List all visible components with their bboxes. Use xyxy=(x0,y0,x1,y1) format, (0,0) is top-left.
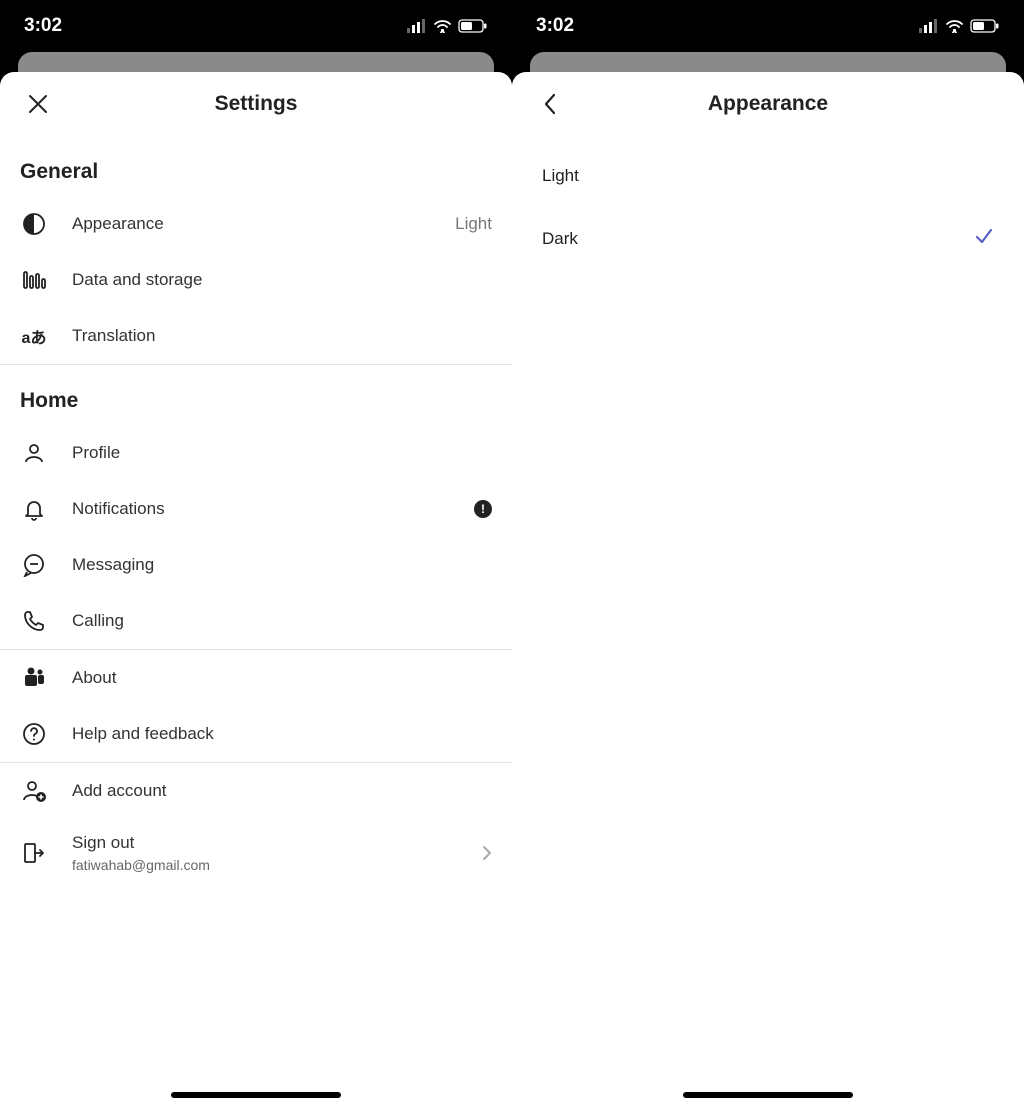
row-label: Calling xyxy=(72,611,492,631)
row-label: About xyxy=(72,668,492,688)
sign-out-icon xyxy=(22,841,46,865)
section-header-general: General xyxy=(0,136,512,196)
profile-icon xyxy=(22,441,46,465)
option-light[interactable]: Light xyxy=(512,146,1024,206)
wifi-icon xyxy=(945,19,964,33)
appearance-sheet: Appearance Light Dark xyxy=(512,72,1024,1108)
status-time: 3:02 xyxy=(24,15,62,37)
nav-bar: Settings xyxy=(0,72,512,136)
row-label: Messaging xyxy=(72,555,492,575)
status-indicators xyxy=(407,19,488,33)
background-peek xyxy=(0,52,512,72)
translation-icon: aあ xyxy=(22,324,47,348)
phone-icon xyxy=(22,609,46,633)
page-title: Appearance xyxy=(512,92,1024,116)
data-storage-icon xyxy=(22,268,46,292)
cellular-icon xyxy=(407,19,427,33)
page-title: Settings xyxy=(0,92,512,116)
teams-icon xyxy=(21,665,47,691)
battery-icon xyxy=(458,19,488,33)
status-indicators xyxy=(919,19,1000,33)
row-label: Notifications xyxy=(72,499,474,519)
checkmark-icon xyxy=(974,226,994,252)
chevron-left-icon xyxy=(543,92,557,116)
row-label: Add account xyxy=(72,781,492,801)
settings-sheet: Settings General Appearance Light Data a… xyxy=(0,72,512,1108)
row-sign-out[interactable]: Sign out fatiwahab@gmail.com xyxy=(0,819,512,887)
appearance-icon xyxy=(22,212,46,236)
status-bar: 3:02 xyxy=(512,0,1024,52)
cellular-icon xyxy=(919,19,939,33)
phone-appearance: 3:02 Appearance Light Dark xyxy=(512,0,1024,1108)
close-icon xyxy=(26,92,50,116)
chat-icon xyxy=(22,553,46,577)
option-label: Light xyxy=(542,166,579,186)
add-account-icon xyxy=(21,778,47,804)
row-profile[interactable]: Profile xyxy=(0,425,512,481)
wifi-icon xyxy=(433,19,452,33)
battery-icon xyxy=(970,19,1000,33)
row-sublabel: fatiwahab@gmail.com xyxy=(72,857,482,873)
row-help[interactable]: Help and feedback xyxy=(0,706,512,762)
close-button[interactable] xyxy=(20,86,56,122)
alert-badge: ! xyxy=(474,500,492,518)
row-label: Data and storage xyxy=(72,270,492,290)
home-indicator[interactable] xyxy=(171,1092,341,1098)
status-time: 3:02 xyxy=(536,15,574,37)
row-messaging[interactable]: Messaging xyxy=(0,537,512,593)
row-label: Translation xyxy=(72,326,492,346)
row-label: Profile xyxy=(72,443,492,463)
phone-settings: 3:02 Settings General Appearance Light D… xyxy=(0,0,512,1108)
background-peek xyxy=(512,52,1024,72)
back-button[interactable] xyxy=(532,86,568,122)
option-label: Dark xyxy=(542,229,578,249)
row-value: Light xyxy=(455,214,492,234)
row-notifications[interactable]: Notifications ! xyxy=(0,481,512,537)
nav-bar: Appearance xyxy=(512,72,1024,136)
option-dark[interactable]: Dark xyxy=(512,206,1024,272)
bell-icon xyxy=(22,497,46,521)
row-about[interactable]: About xyxy=(0,650,512,706)
row-add-account[interactable]: Add account xyxy=(0,763,512,819)
chevron-right-icon xyxy=(482,845,492,861)
status-bar: 3:02 xyxy=(0,0,512,52)
help-icon xyxy=(22,722,46,746)
row-label: Appearance xyxy=(72,214,455,234)
row-appearance[interactable]: Appearance Light xyxy=(0,196,512,252)
row-data-storage[interactable]: Data and storage xyxy=(0,252,512,308)
home-indicator[interactable] xyxy=(683,1092,853,1098)
section-header-home: Home xyxy=(0,365,512,425)
row-translation[interactable]: aあ Translation xyxy=(0,308,512,364)
row-label: Help and feedback xyxy=(72,724,492,744)
row-label: Sign out xyxy=(72,833,482,853)
row-calling[interactable]: Calling xyxy=(0,593,512,649)
